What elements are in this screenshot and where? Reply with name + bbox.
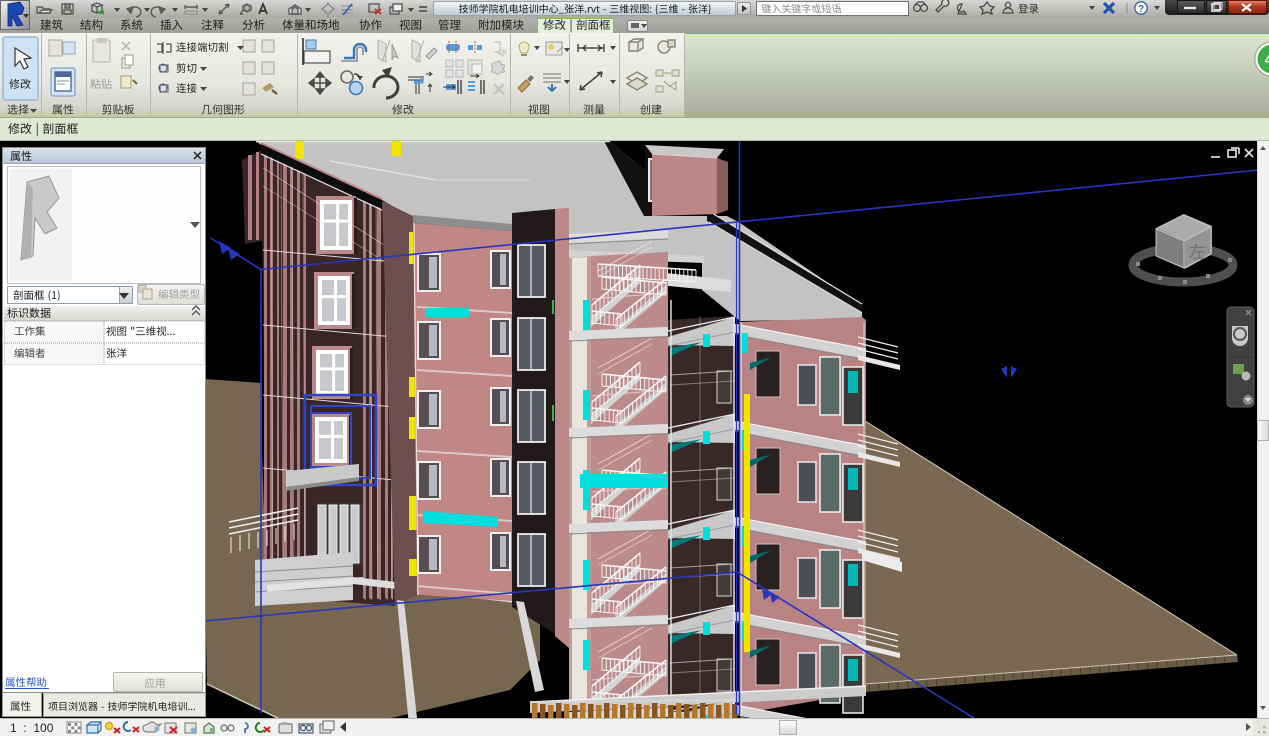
svg-text:46: 46 (1265, 52, 1269, 67)
svg-text:?: ? (1138, 4, 1144, 15)
